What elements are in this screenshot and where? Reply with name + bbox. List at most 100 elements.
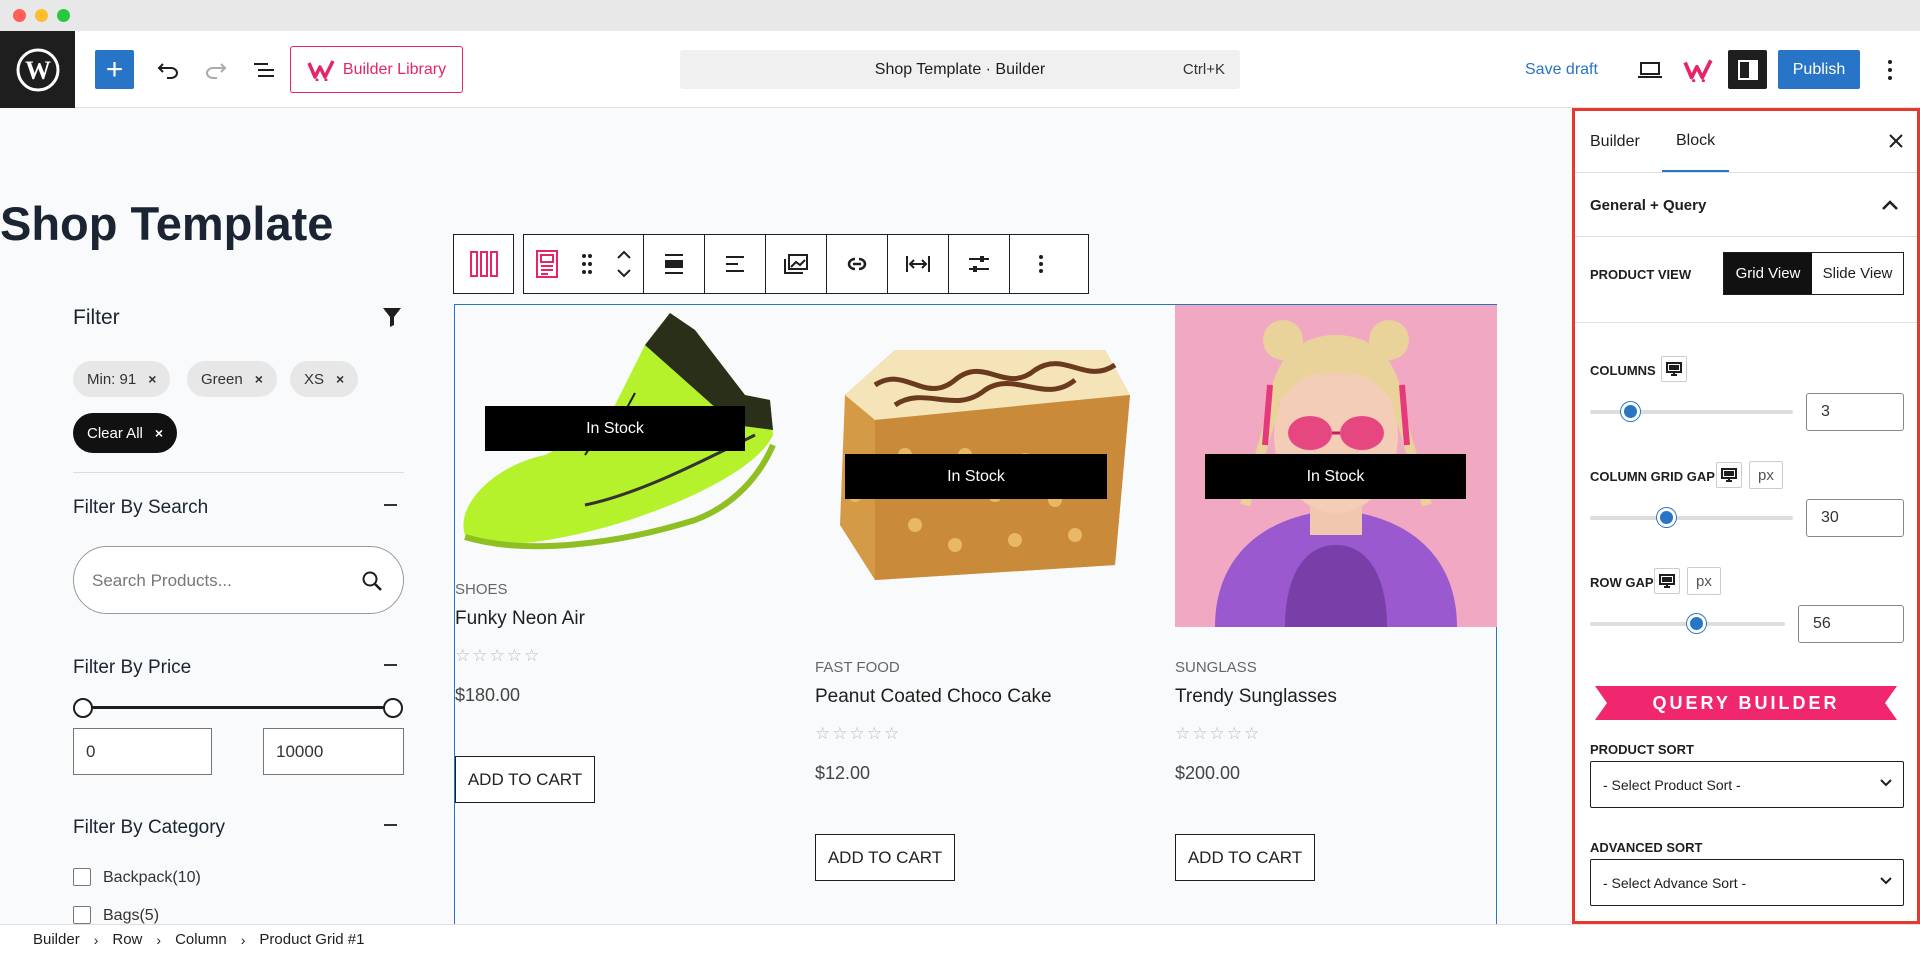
breadcrumb-item-column[interactable]: Column bbox=[175, 931, 227, 948]
add-to-cart-button[interactable]: ADD TO CART bbox=[455, 756, 595, 803]
tab-builder[interactable]: Builder bbox=[1590, 111, 1640, 172]
price-max-input[interactable]: 10000 bbox=[263, 728, 404, 775]
width-button[interactable] bbox=[888, 235, 949, 293]
breadcrumb-item-row[interactable]: Row bbox=[112, 931, 142, 948]
search-icon[interactable] bbox=[362, 571, 382, 591]
add-to-cart-button[interactable]: ADD TO CART bbox=[815, 834, 955, 881]
column-gap-slider[interactable] bbox=[1590, 516, 1793, 520]
full-width-align-button[interactable] bbox=[644, 235, 705, 293]
product-grid[interactable]: In Stock SHOES Funky Neon Air ☆☆☆☆☆ $180… bbox=[454, 304, 1497, 924]
tab-block[interactable]: Block bbox=[1662, 111, 1730, 172]
column-gap-number-input[interactable]: 30 bbox=[1806, 499, 1904, 537]
block-options-button[interactable] bbox=[1010, 235, 1071, 293]
select-parent-button[interactable] bbox=[454, 235, 513, 293]
product-view-label: PRODUCT VIEW bbox=[1590, 267, 1692, 282]
link-icon bbox=[847, 257, 867, 271]
product-grid-icon[interactable] bbox=[535, 250, 558, 278]
collapse-icon[interactable] bbox=[384, 824, 397, 826]
filter-chip-min-price[interactable]: Min: 91 × bbox=[73, 361, 171, 397]
filter-chip-size[interactable]: XS × bbox=[290, 361, 359, 397]
row-gap-number-input[interactable]: 56 bbox=[1798, 605, 1904, 643]
panel-section-title[interactable]: General + Query bbox=[1590, 197, 1706, 214]
publish-button[interactable]: Publish bbox=[1778, 50, 1860, 89]
price-min-input[interactable]: 0 bbox=[73, 728, 212, 775]
editor-canvas: Shop Template Filter Min: 91 × Green × XS ×… bbox=[0, 108, 1572, 924]
columns-slider-handle[interactable] bbox=[1620, 402, 1640, 421]
minimize-window-icon[interactable] bbox=[35, 9, 48, 22]
options-menu-button[interactable] bbox=[1876, 50, 1904, 89]
advanced-sort-select[interactable]: - Select Advance Sort - bbox=[1590, 859, 1904, 906]
command-palette-bar[interactable]: Shop Template · Builder Ctrl+K bbox=[680, 50, 1240, 89]
row-gap-slider-handle[interactable] bbox=[1687, 614, 1707, 633]
remove-icon[interactable]: × bbox=[255, 371, 263, 387]
page-title[interactable]: Shop Template bbox=[0, 196, 333, 251]
row-gap-unit[interactable]: px bbox=[1687, 567, 1721, 595]
column-gap-unit[interactable]: px bbox=[1749, 461, 1783, 489]
category-checkbox[interactable] bbox=[73, 868, 91, 886]
close-icon[interactable] bbox=[1888, 133, 1904, 149]
add-block-button[interactable]: + bbox=[95, 50, 134, 89]
product-category[interactable]: SHOES bbox=[455, 581, 508, 598]
product-title[interactable]: Peanut Coated Choco Cake bbox=[815, 686, 1052, 708]
plus-icon: + bbox=[105, 52, 124, 86]
price-min-handle[interactable] bbox=[73, 698, 93, 718]
builder-library-button[interactable]: Builder Library bbox=[290, 46, 463, 93]
columns-number-input[interactable]: 3 bbox=[1806, 393, 1904, 431]
column-gap-slider-handle[interactable] bbox=[1657, 508, 1677, 527]
product-category[interactable]: SUNGLASS bbox=[1175, 659, 1257, 676]
add-to-cart-button[interactable]: ADD TO CART bbox=[1175, 834, 1315, 881]
column-gap-label: COLUMN GRID GAP bbox=[1590, 469, 1715, 484]
redo-button[interactable] bbox=[198, 50, 234, 89]
category-checkbox[interactable] bbox=[73, 906, 91, 924]
close-window-icon[interactable] bbox=[13, 9, 26, 22]
product-title[interactable]: Funky Neon Air bbox=[455, 608, 585, 630]
remove-icon[interactable]: × bbox=[336, 371, 344, 387]
filter-chip-color[interactable]: Green × bbox=[187, 361, 277, 397]
query-builder-title: QUERY BUILDER bbox=[1652, 692, 1840, 713]
more-vertical-icon bbox=[1888, 59, 1892, 80]
product-title[interactable]: Trendy Sunglasses bbox=[1175, 686, 1337, 708]
block-settings-button[interactable] bbox=[949, 235, 1010, 293]
breadcrumb-item-product-grid[interactable]: Product Grid #1 bbox=[259, 931, 364, 948]
drag-handle-icon[interactable] bbox=[581, 253, 593, 275]
sidebar-icon bbox=[1737, 59, 1758, 80]
maximize-window-icon[interactable] bbox=[57, 9, 70, 22]
gallery-button[interactable] bbox=[766, 235, 827, 293]
list-view-button[interactable] bbox=[246, 50, 282, 89]
save-draft-button[interactable]: Save draft bbox=[1525, 50, 1598, 89]
undo-button[interactable] bbox=[150, 50, 186, 89]
product-search-input[interactable]: Search Products... bbox=[73, 546, 404, 614]
collapse-icon[interactable] bbox=[384, 504, 397, 506]
row-gap-label: ROW GAP bbox=[1590, 575, 1654, 590]
chevron-up-icon[interactable] bbox=[1881, 199, 1899, 211]
svg-text:W: W bbox=[25, 56, 51, 85]
remove-icon[interactable]: × bbox=[148, 371, 156, 387]
move-up-down-icon[interactable] bbox=[616, 248, 632, 280]
clear-all-label: Clear All bbox=[87, 424, 143, 442]
grid-view-option[interactable]: Grid View bbox=[1724, 253, 1812, 294]
wordpress-logo-icon[interactable]: W bbox=[0, 31, 75, 108]
link-button[interactable] bbox=[827, 235, 888, 293]
slide-view-option[interactable]: Slide View bbox=[1812, 253, 1903, 294]
wowstore-plugin-button[interactable] bbox=[1680, 50, 1716, 89]
editor-toolbar: W + Builder Library Shop Template · Buil… bbox=[0, 31, 1920, 108]
filter-heading: Filter bbox=[73, 306, 120, 329]
text-align-button[interactable] bbox=[705, 235, 766, 293]
sliders-icon bbox=[969, 256, 989, 272]
device-desktop-icon[interactable] bbox=[1661, 356, 1687, 382]
search-placeholder: Search Products... bbox=[92, 571, 232, 590]
horizontal-spacing-icon bbox=[906, 256, 930, 272]
category-label: Backpack(10) bbox=[103, 869, 201, 886]
product-sort-select[interactable]: - Select Product Sort - bbox=[1590, 761, 1904, 808]
divider bbox=[1575, 322, 1917, 323]
clear-all-filters-button[interactable]: Clear All × bbox=[73, 413, 178, 453]
device-desktop-icon[interactable] bbox=[1716, 462, 1742, 488]
collapse-icon[interactable] bbox=[384, 664, 397, 666]
product-category[interactable]: FAST FOOD bbox=[815, 659, 900, 676]
preview-button[interactable] bbox=[1632, 50, 1668, 89]
price-max-handle[interactable] bbox=[383, 698, 403, 718]
breadcrumb-item-builder[interactable]: Builder bbox=[33, 931, 80, 948]
settings-sidebar-toggle[interactable] bbox=[1728, 50, 1767, 89]
device-desktop-icon[interactable] bbox=[1654, 568, 1680, 594]
query-builder-banner: QUERY BUILDER bbox=[1595, 686, 1897, 720]
